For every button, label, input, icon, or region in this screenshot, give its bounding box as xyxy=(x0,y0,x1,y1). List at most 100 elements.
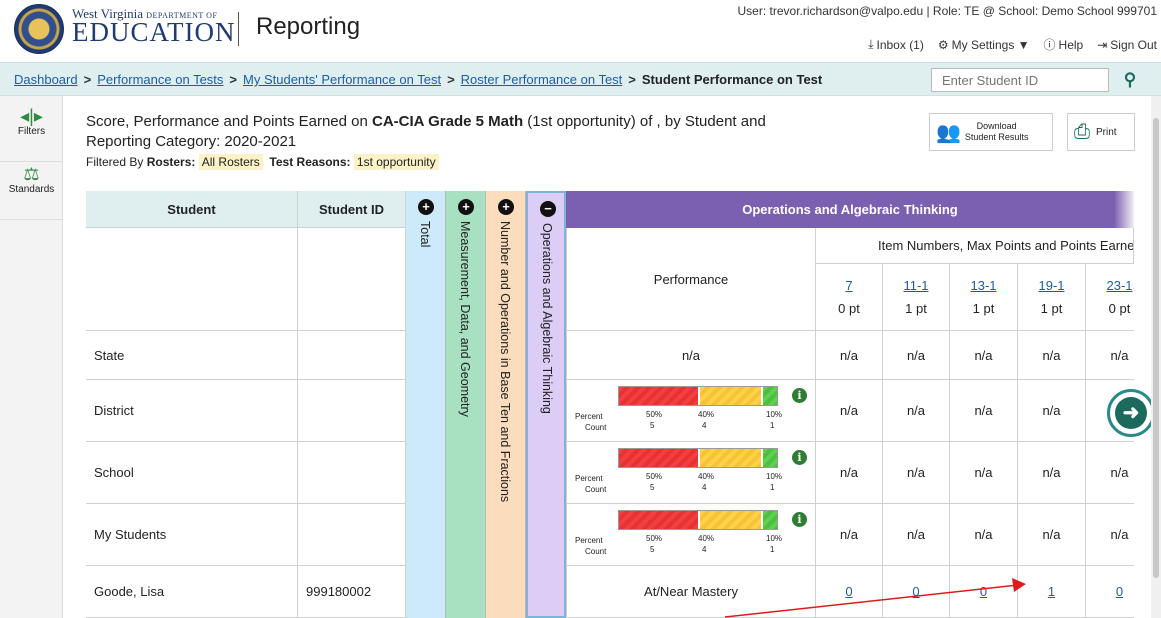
item-score-cell: n/a xyxy=(1086,331,1134,380)
expand-toggle-icon[interactable]: + xyxy=(458,199,474,215)
settings-menu[interactable]: ⚙ My Settings ▼ xyxy=(938,38,1030,52)
item-score-text: n/a xyxy=(1110,527,1129,542)
near-segment xyxy=(698,511,762,529)
percent-value: 50% xyxy=(646,534,663,543)
above-segment xyxy=(761,449,777,467)
info-icon[interactable]: i xyxy=(792,388,807,403)
count-label: Count xyxy=(585,547,607,556)
inbox-icon: ⤓ xyxy=(868,37,874,51)
help-icon: ⓘ xyxy=(1043,38,1056,52)
scrollbar-thumb[interactable] xyxy=(1153,118,1159,578)
item-score-cell: n/a xyxy=(1018,331,1086,380)
item-max-points: 1 pt xyxy=(905,301,927,316)
count-label: Count xyxy=(585,485,607,494)
scale-icon: ⚖ xyxy=(23,164,40,184)
breadcrumb-my-students[interactable]: My Students' Performance on Test xyxy=(243,72,441,87)
item-number-link[interactable]: 19-1 xyxy=(1038,278,1064,293)
expand-toggle-icon[interactable]: + xyxy=(498,199,514,215)
item-header: 19-1 1 pt xyxy=(1018,264,1086,331)
download-results-button[interactable]: 👥 Download Student Results xyxy=(929,113,1053,151)
category-label: Measurement, Data, and Geometry xyxy=(458,221,472,417)
category-column-2: + Number and Operations in Base Ten and F… xyxy=(486,191,526,618)
breadcrumb-current: Student Performance on Test xyxy=(641,72,823,87)
student-id-input[interactable] xyxy=(931,68,1109,92)
standards-button[interactable]: ⚖ Standards xyxy=(0,164,63,220)
item-number-link[interactable]: 23-1 xyxy=(1106,278,1132,293)
item-score-text: n/a xyxy=(974,527,993,542)
performance-bar xyxy=(618,510,778,530)
percent-label: Percent xyxy=(575,412,603,421)
item-score-cell: n/a xyxy=(1018,442,1086,504)
scroll-right-button[interactable]: ➜ xyxy=(1107,389,1155,437)
expand-toggle-icon[interactable]: + xyxy=(418,199,434,215)
percent-value: 10% xyxy=(766,410,783,419)
info-icon[interactable]: i xyxy=(792,512,807,527)
item-score-cell: n/a xyxy=(950,504,1018,566)
item-score-link[interactable]: 0 xyxy=(845,584,852,599)
category-label: Operations and Algebraic Thinking xyxy=(540,223,554,414)
header-blank-id xyxy=(298,228,406,331)
item-score-cell: 0 xyxy=(950,566,1018,618)
collapse-toggle-icon[interactable]: − xyxy=(540,201,556,217)
item-max-points: 0 pt xyxy=(1108,301,1131,316)
student-id-cell xyxy=(298,380,406,442)
item-number-link[interactable]: 11-1 xyxy=(903,278,928,293)
item-score-cell: n/a xyxy=(883,442,950,504)
help-link[interactable]: ⓘ Help xyxy=(1044,36,1084,53)
print-button[interactable]: ⎙ Print xyxy=(1067,113,1135,151)
filters-icon: ◂|▸ xyxy=(20,106,43,126)
near-segment xyxy=(698,387,762,405)
inbox-link[interactable]: ⤓ Inbox (1) xyxy=(868,37,924,52)
count-value: 4 xyxy=(702,421,707,430)
signout-link[interactable]: ⇥ Sign Out xyxy=(1097,38,1157,52)
below-segment xyxy=(619,511,698,529)
near-segment xyxy=(698,449,762,467)
item-score-link[interactable]: 0 xyxy=(1116,584,1123,599)
item-score-link[interactable]: 0 xyxy=(980,584,987,599)
item-score-cell: n/a xyxy=(1018,380,1086,442)
category-column-0: + Total xyxy=(406,191,446,618)
item-score-cell: n/a xyxy=(950,442,1018,504)
count-value: 1 xyxy=(770,545,775,554)
student-id-cell xyxy=(298,442,406,504)
item-score-cell: n/a xyxy=(816,331,883,380)
breadcrumb-performance-on-tests[interactable]: Performance on Tests xyxy=(97,72,223,87)
info-icon[interactable]: i xyxy=(792,450,807,465)
item-number-link[interactable]: 7 xyxy=(845,278,852,293)
item-score-link[interactable]: 1 xyxy=(1048,584,1055,599)
item-score-text: n/a xyxy=(906,403,926,418)
performance-cell: i Percent Count 50% 5 40% 4 10% 1 xyxy=(566,380,816,442)
count-value: 4 xyxy=(702,545,707,554)
student-id-cell xyxy=(298,331,406,380)
performance-cell: At/Near Mastery xyxy=(566,566,816,618)
percent-label: Percent xyxy=(575,536,603,545)
item-score-text: n/a xyxy=(974,347,993,363)
item-score-cell: n/a xyxy=(1086,442,1134,504)
item-number-link[interactable]: 13-1 xyxy=(970,278,996,293)
gear-icon: ⚙ xyxy=(937,37,949,52)
category-label: Total xyxy=(418,221,432,248)
item-score-link[interactable]: 0 xyxy=(912,584,919,599)
above-segment xyxy=(761,387,777,405)
item-score-text: n/a xyxy=(1042,347,1061,363)
student-id-cell xyxy=(298,504,406,566)
header-fade xyxy=(1114,191,1134,228)
item-max-points: 1 pt xyxy=(972,301,995,316)
breadcrumb-roster-performance[interactable]: Roster Performance on Test xyxy=(461,72,623,87)
below-segment xyxy=(619,449,698,467)
item-score-cell: n/a xyxy=(816,442,883,504)
item-score-cell: 0 xyxy=(883,566,950,618)
filters-button[interactable]: ◂|▸ Filters xyxy=(0,106,63,162)
item-score-cell: n/a xyxy=(883,331,950,380)
category-column-3: − Operations and Algebraic Thinking xyxy=(526,191,566,618)
breadcrumb-dashboard[interactable]: Dashboard xyxy=(14,72,78,87)
item-score-text: n/a xyxy=(906,465,926,480)
search-button[interactable]: ⚲ xyxy=(1113,68,1147,92)
below-segment xyxy=(619,387,698,405)
performance-bar xyxy=(618,386,778,406)
performance-cell: n/a xyxy=(566,331,816,380)
app-header: West Virginia DEPARTMENT OF EDUCATION Re… xyxy=(0,0,1161,62)
count-value: 1 xyxy=(770,421,775,430)
percent-value: 50% xyxy=(646,410,663,419)
count-value: 1 xyxy=(770,483,775,492)
